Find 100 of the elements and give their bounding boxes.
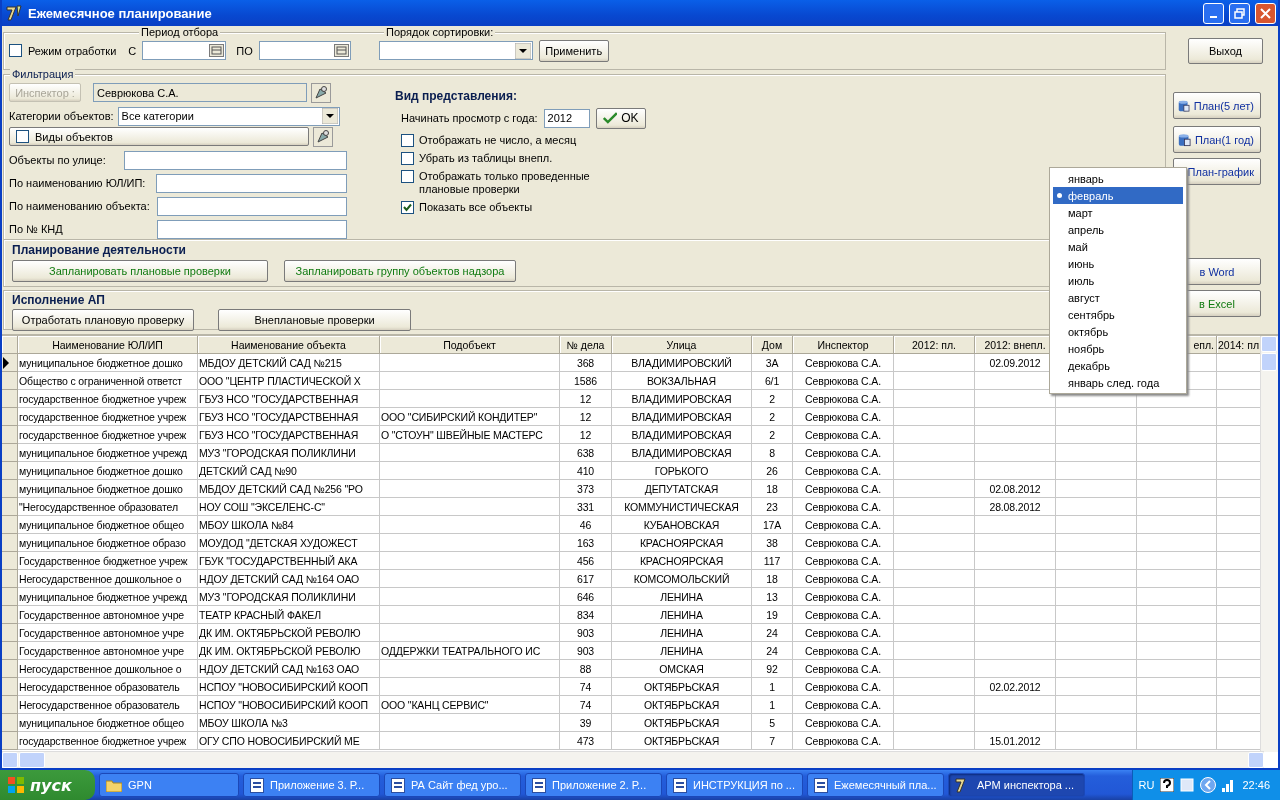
menu-item[interactable]: январь след. года	[1053, 374, 1183, 391]
table-cell: "Негосударственное образовател	[18, 498, 198, 516]
filter-input[interactable]	[156, 173, 347, 193]
section-title: Вид представления:	[395, 88, 517, 103]
table-cell: О "СТОУН" ШВЕЙНЫЕ МАСТЕРС	[380, 426, 560, 444]
filter-input[interactable]	[157, 219, 347, 239]
help-icon[interactable]	[1160, 778, 1175, 792]
column-header[interactable]: 2012: пл.	[894, 336, 975, 354]
row-header[interactable]	[2, 354, 18, 372]
categories-dropdown[interactable]: Все категории	[117, 106, 340, 126]
column-header[interactable]: № дела	[560, 336, 612, 354]
dropdown-value: Все категории	[121, 110, 194, 123]
table-cell: Севрюкова С.А.	[793, 534, 894, 552]
table-cell: 38	[752, 534, 793, 552]
report-button[interactable]: План(1 год)	[1173, 126, 1261, 153]
table-cell: Севрюкова С.А.	[793, 588, 894, 606]
calendar-icon[interactable]	[209, 44, 225, 58]
horizontal-scrollbar[interactable]	[2, 751, 1264, 768]
execution-button[interactable]: Отработать плановую проверку	[12, 309, 194, 331]
date-field[interactable]	[142, 41, 227, 61]
column-header[interactable]: Наименование ЮЛ/ИП	[18, 336, 198, 354]
table-cell: 456	[560, 552, 612, 570]
checkbox[interactable]	[16, 130, 29, 144]
report-button[interactable]: План(5 лет)	[1173, 92, 1261, 119]
checkbox[interactable]	[401, 200, 414, 214]
table-cell: 903	[560, 642, 612, 660]
plan-button[interactable]: Запланировать плановые проверки	[12, 260, 268, 283]
checkbox[interactable]	[9, 44, 22, 58]
plan-button[interactable]: Запланировать группу объектов надзора	[284, 260, 516, 283]
taskbar-button[interactable]: GPN	[99, 773, 239, 797]
close-button[interactable]	[1255, 2, 1276, 24]
column-header[interactable]: Наименование объекта	[198, 336, 380, 354]
menu-item[interactable]: март	[1053, 204, 1183, 221]
filter-input[interactable]	[157, 196, 347, 216]
table-cell: Севрюкова С.А.	[793, 462, 894, 480]
taskbar-button[interactable]: Приложение 2. Р...	[525, 773, 662, 797]
window-icon[interactable]	[1180, 778, 1195, 792]
group-legend: Период отбора	[139, 26, 221, 38]
table-cell: ДЕПУТАТСКАЯ	[612, 480, 752, 498]
year-input[interactable]: 2012	[543, 108, 590, 128]
taskbar-button[interactable]: РА Сайт фед уро...	[384, 773, 521, 797]
exit-button[interactable]: Выход	[1188, 38, 1263, 64]
table-cell: Севрюкова С.А.	[793, 480, 894, 498]
column-header[interactable]: Подобъект	[380, 336, 560, 354]
column-header[interactable]: Инспектор	[793, 336, 894, 354]
taskbar-button[interactable]: Приложение 3. Р...	[243, 773, 380, 797]
table-cell: 2	[752, 426, 793, 444]
column-header[interactable]: Улица	[612, 336, 752, 354]
inspector-field[interactable]: Севрюкова С.А.	[93, 83, 307, 103]
taskbar-button[interactable]: ИНСТРУКЦИЯ по ...	[666, 773, 803, 797]
table-cell: МБОУ ШКОЛА №3	[198, 714, 380, 732]
apply-button[interactable]: Применить	[538, 39, 609, 62]
field-label: Категории объектов:	[9, 110, 114, 123]
menu-item[interactable]: февраль	[1053, 187, 1183, 204]
picker-icon[interactable]	[311, 82, 331, 103]
taskbar-button[interactable]: АРМ инспектора ...	[948, 773, 1085, 797]
table-cell: ЛЕНИНА	[612, 624, 752, 642]
table-cell: ВОКЗАЛЬНАЯ	[612, 372, 752, 390]
table-cell: МУЗ "ГОРОДСКАЯ ПОЛИКЛИНИ	[198, 444, 380, 462]
calendar-icon[interactable]	[333, 44, 349, 58]
restore-button[interactable]	[1229, 2, 1250, 24]
checkbox-label: Режим отработки	[28, 44, 117, 57]
minimize-button[interactable]	[1203, 2, 1224, 24]
table-cell: Общество с ограниченной ответст	[18, 372, 198, 390]
section-title: Планирование деятельности	[12, 243, 186, 258]
start-button[interactable]: пуск	[0, 770, 95, 800]
table-cell: Севрюкова С.А.	[793, 696, 894, 714]
checkbox[interactable]	[401, 169, 414, 183]
column-header[interactable]: Дом	[752, 336, 793, 354]
checkbox[interactable]	[401, 133, 414, 147]
table-cell: ГБУЗ НСО "ГОСУДАРСТВЕННАЯ	[198, 390, 380, 408]
menu-item[interactable]: май	[1053, 238, 1183, 255]
table-cell: Севрюкова С.А.	[793, 714, 894, 732]
table-cell: ДК ИМ. ОКТЯБРЬСКОЙ РЕВОЛЮ	[198, 624, 380, 642]
table-cell: Государственное бюджетное учреж	[18, 552, 198, 570]
table-cell: 17А	[752, 516, 793, 534]
table-cell: 7	[752, 732, 793, 750]
taskbar-button[interactable]: Ежемесячный пла...	[807, 773, 944, 797]
field-label: По наименованию ЮЛ/ИП:	[9, 177, 146, 190]
dropdown-arrow-icon[interactable]	[321, 108, 338, 125]
execution-button[interactable]: Внеплановые проверки	[218, 309, 411, 331]
column-header[interactable]: 2014: пл	[1217, 336, 1261, 354]
table-cell: муниципальное бюджетное дошко	[18, 462, 198, 480]
menu-item[interactable]: ноябрь	[1053, 340, 1183, 357]
vertical-scrollbar[interactable]	[1260, 336, 1278, 752]
date-field[interactable]	[258, 41, 351, 61]
ok-button[interactable]: OK	[595, 107, 646, 129]
table-cell: Севрюкова С.А.	[793, 606, 894, 624]
chevron-icon[interactable]	[1200, 777, 1217, 793]
picker-icon[interactable]	[313, 126, 333, 147]
table-cell: Государственное автономное учре	[18, 624, 198, 642]
table-cell: 18	[752, 570, 793, 588]
filter-input[interactable]	[124, 150, 347, 170]
checkbox[interactable]	[401, 151, 414, 165]
dropdown-arrow-icon[interactable]	[514, 42, 531, 59]
table-cell: ОГУ СПО НОВОСИБИРСКИЙ МЕ	[198, 732, 380, 750]
menu-item[interactable]: октябрь	[1053, 323, 1183, 340]
menu-item[interactable]: апрель	[1053, 221, 1183, 238]
table-cell: государственное бюджетное учреж	[18, 408, 198, 426]
menu-item[interactable]: декабрь	[1053, 357, 1183, 374]
